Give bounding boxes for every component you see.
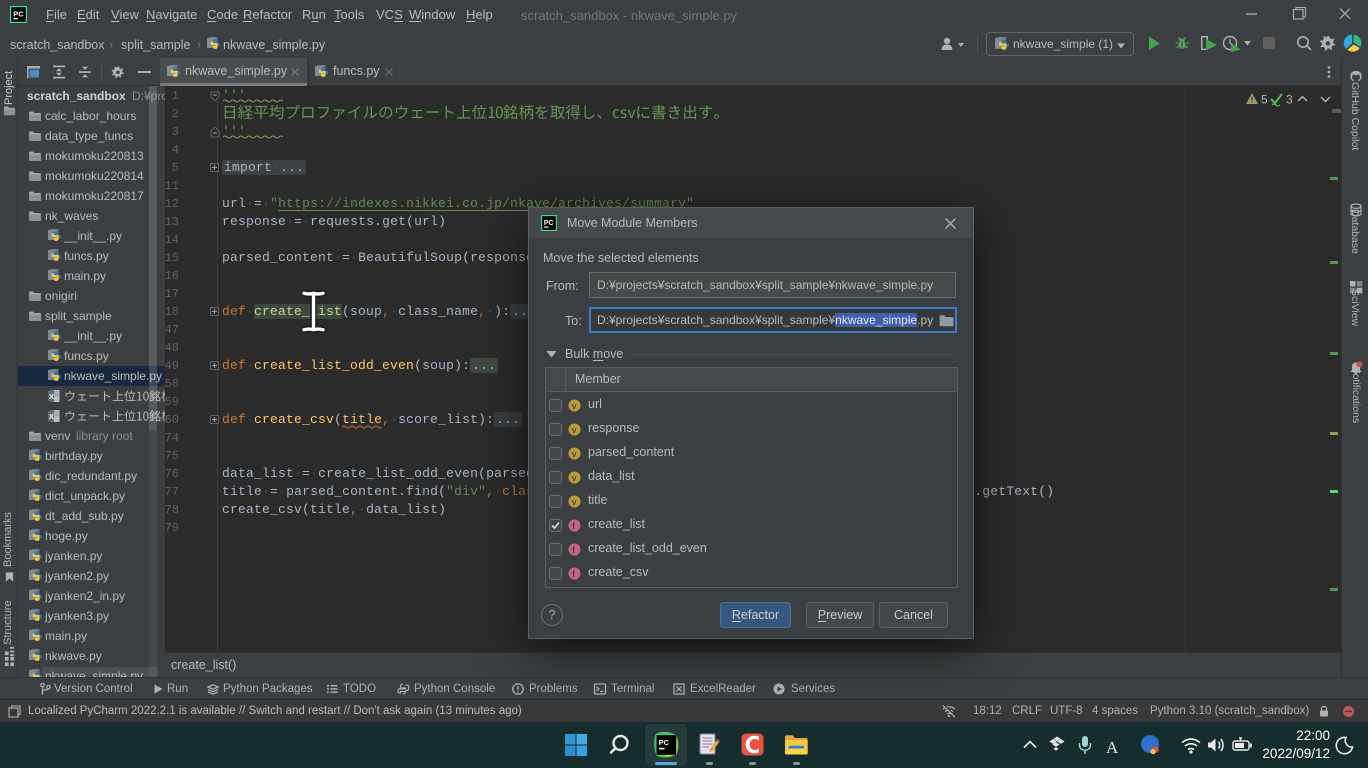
svg-text:PC: PC bbox=[659, 738, 670, 747]
svg-text:PC: PC bbox=[13, 10, 24, 19]
svg-text:5: 5 bbox=[1261, 93, 1268, 107]
svg-text:3: 3 bbox=[1286, 93, 1293, 107]
svg-text:v: v bbox=[572, 425, 577, 436]
svg-text:v: v bbox=[572, 473, 577, 484]
svg-text:v: v bbox=[572, 401, 577, 412]
svg-text:f: f bbox=[572, 521, 575, 532]
svg-text:f: f bbox=[572, 569, 575, 580]
svg-text:v: v bbox=[572, 449, 577, 460]
svg-text:PC: PC bbox=[544, 220, 554, 227]
svg-text:f: f bbox=[572, 545, 575, 556]
svg-text:v: v bbox=[572, 497, 577, 508]
